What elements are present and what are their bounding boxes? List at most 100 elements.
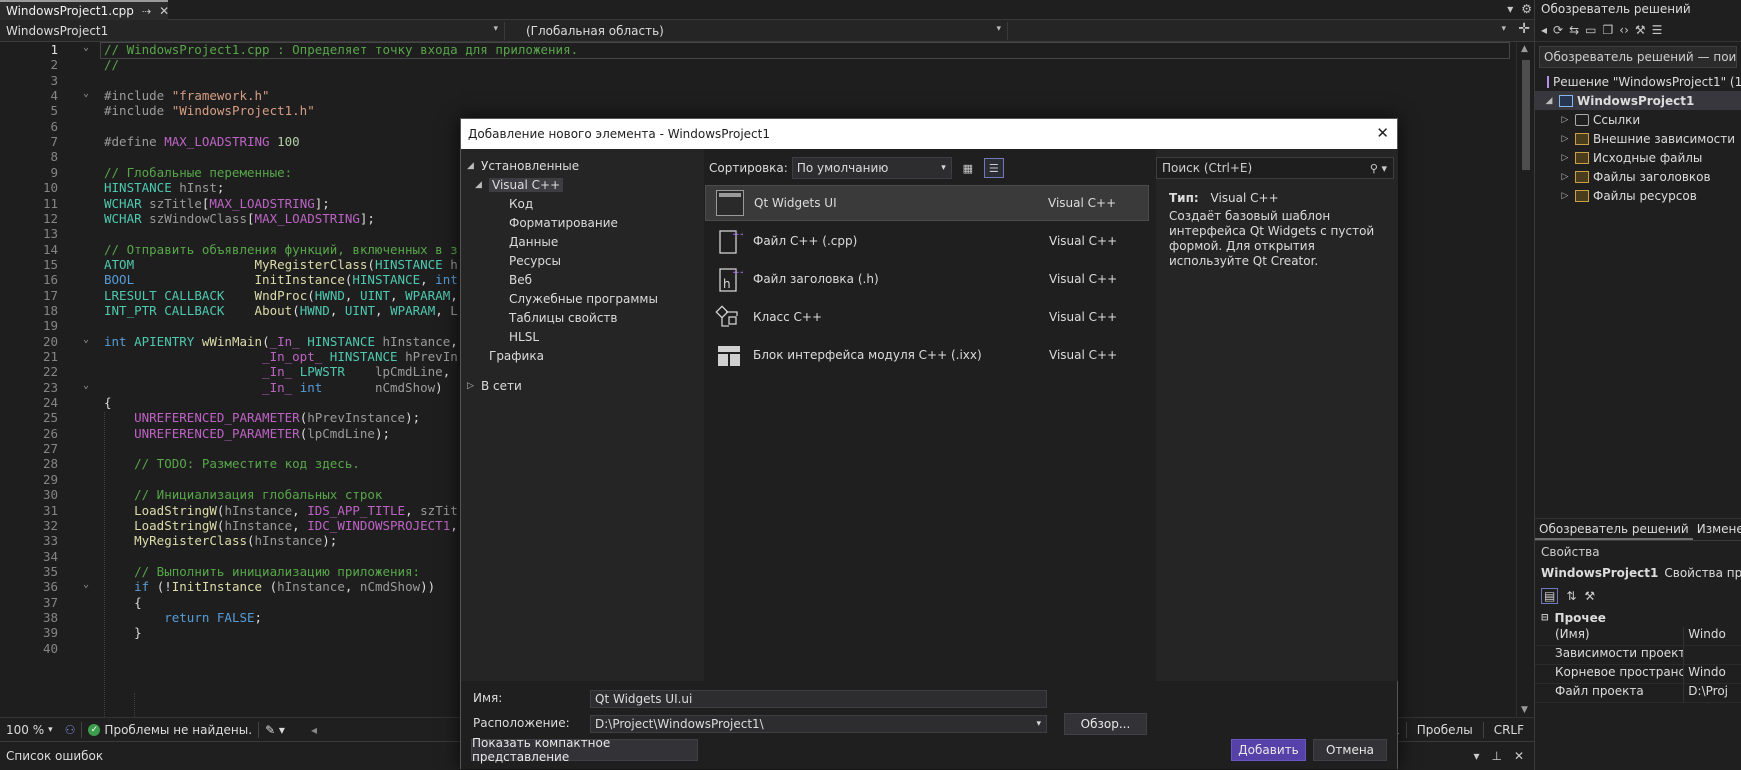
chevron-right-icon[interactable]: ▷ — [1559, 153, 1571, 163]
compact-view-button[interactable]: Показать компактное представление — [471, 736, 698, 764]
history-icon[interactable]: ⟳ — [1553, 23, 1563, 37]
search-icon[interactable]: ⚲ ▾ — [1370, 162, 1387, 175]
tree-item-references[interactable]: ▷ Ссылки — [1535, 110, 1741, 129]
tree-item-source-files[interactable]: ▷ Исходные файлы — [1535, 148, 1741, 167]
close-icon[interactable]: ✕ — [1376, 124, 1389, 142]
category-web[interactable]: Веб — [509, 271, 532, 289]
property-row[interactable]: (Имя) Windo — [1535, 627, 1741, 646]
solution-search-input[interactable]: Обозреватель решений — поиск (Ct — [1539, 46, 1737, 68]
line-number: 4 — [50, 88, 58, 104]
code-view-icon[interactable]: ‹› — [1619, 23, 1629, 37]
template-item-cpp-file[interactable]: ++ Файл C++ (.cpp) Visual C++ — [705, 223, 1149, 259]
chevron-right-icon[interactable]: ▷ — [1559, 172, 1571, 182]
member-dropdown[interactable]: ▾ — [1012, 22, 1512, 40]
category-graphics[interactable]: Графика — [489, 347, 544, 365]
template-item-cpp-class[interactable]: Класс C++ Visual C++ — [705, 299, 1149, 335]
fold-icon[interactable]: ⌄ — [83, 380, 95, 391]
category-hlsl[interactable]: HLSL — [509, 328, 539, 346]
category-code[interactable]: Код — [509, 195, 533, 213]
expand-icon[interactable]: ◢ — [475, 180, 489, 190]
tree-item-project[interactable]: ◢ WindowsProject1 — [1535, 91, 1741, 110]
property-row[interactable]: Зависимости проекта — [1535, 646, 1741, 665]
sort-dropdown[interactable]: По умолчанию ▾ — [791, 157, 952, 179]
zoom-dropdown[interactable]: 100 % ▾ — [0, 723, 59, 737]
collapse-icon[interactable]: ▭ — [1585, 23, 1596, 37]
list-view-icon[interactable]: ☰ — [983, 158, 1004, 178]
grid-view-icon[interactable]: ▦ — [958, 158, 978, 178]
tree-item-solution[interactable]: Решение "WindowsProject1" (1 — [1535, 72, 1741, 91]
category-visual-cpp[interactable]: ◢ Visual C++ — [475, 176, 564, 194]
pin-icon[interactable]: ⊥ — [1491, 749, 1501, 763]
scroll-left-icon[interactable]: ◂ — [305, 723, 323, 737]
tab-solution-explorer[interactable]: Обозреватель решений — [1535, 519, 1693, 540]
fold-icon[interactable]: ⌄ — [83, 334, 95, 345]
property-row[interactable]: Файл проекта D:\Proj — [1535, 684, 1741, 703]
close-icon[interactable]: ✕ — [159, 4, 169, 18]
tree-item-resource-files[interactable]: ▷ Файлы ресурсов — [1535, 186, 1741, 205]
close-icon[interactable]: ✕ — [1514, 749, 1524, 763]
template-search-input[interactable]: Поиск (Ctrl+E) ⚲ ▾ — [1156, 157, 1394, 179]
solution-explorer-toolbar: ◂ ⟳ ⇆ ▭ ❐ ‹› ⚒ ☰ — [1535, 18, 1741, 42]
chevron-down-icon[interactable]: ▾ — [1507, 2, 1513, 16]
sync-icon[interactable]: ⇆ — [1569, 23, 1579, 37]
split-icon[interactable]: ✛ — [1518, 21, 1530, 37]
back-icon[interactable]: ◂ — [1541, 23, 1547, 37]
wrench-icon[interactable]: ⚒ — [1584, 589, 1595, 603]
cancel-button[interactable]: Отмена — [1313, 739, 1387, 761]
wrench-icon[interactable]: ⚒ — [1635, 23, 1646, 37]
category-formatting[interactable]: Форматирование — [509, 214, 618, 232]
fold-icon[interactable]: ⌄ — [83, 88, 95, 99]
categorized-icon[interactable]: ▤ — [1541, 588, 1559, 604]
chevron-right-icon[interactable]: ▷ — [1559, 191, 1571, 201]
problems-indicator[interactable]: ✓ Проблемы не найдены. — [82, 723, 258, 737]
whitespace-indicator[interactable]: Пробелы — [1407, 723, 1483, 737]
chevron-right-icon[interactable]: ▷ — [467, 381, 481, 391]
category-installed[interactable]: ◢ Установленные — [467, 157, 579, 175]
scope-dropdown[interactable]: (Глобальная область) ▾ — [510, 22, 1008, 40]
fold-icon[interactable]: ⌄ — [83, 579, 95, 590]
template-item-header-file[interactable]: h++ Файл заголовка (.h) Visual C++ — [705, 261, 1149, 297]
template-item-module-interface[interactable]: Блок интерфейса модуля C++ (.ixx) Visual… — [705, 337, 1149, 373]
property-row[interactable]: Корневое пространство им Windo — [1535, 665, 1741, 684]
tree-item-header-files[interactable]: ▷ Файлы заголовков — [1535, 167, 1741, 186]
expand-icon[interactable]: ◢ — [1543, 96, 1555, 106]
properties-object-selector[interactable]: WindowsProject1 Свойства проекта — [1535, 563, 1741, 583]
add-button[interactable]: Добавить — [1231, 739, 1306, 761]
tab-changes[interactable]: Изменения — [1693, 519, 1741, 540]
template-item-qt-widgets-ui[interactable]: Qt Widgets UI Visual C++ — [705, 185, 1149, 221]
template-language: Visual C++ — [1049, 310, 1118, 324]
pin-icon[interactable]: ⇢ — [142, 5, 151, 18]
copy-icon[interactable]: ❐ — [1603, 23, 1614, 37]
location-dropdown[interactable]: D:\Project\WindowsProject1\ ▾ — [590, 715, 1047, 733]
chevron-right-icon[interactable]: ▷ — [1559, 115, 1571, 125]
fold-icon[interactable]: ⌄ — [83, 42, 95, 53]
chevron-down-icon[interactable]: ▾ — [1473, 749, 1479, 763]
category-online[interactable]: ▷ В сети — [467, 377, 522, 395]
collapse-icon[interactable]: ⊟ — [1541, 613, 1549, 623]
cleanup-icon[interactable]: ✎ ▾ — [259, 723, 291, 737]
category-property-sheets[interactable]: Таблицы свойств — [509, 309, 617, 327]
tree-item-external-deps[interactable]: ▷ Внешние зависимости — [1535, 129, 1741, 148]
category-data[interactable]: Данные — [509, 233, 558, 251]
line-ending-indicator[interactable]: CRLF — [1484, 723, 1534, 737]
category-utility[interactable]: Служебные программы — [509, 290, 658, 308]
editor-scrollbar[interactable]: ▲ ▼ — [1516, 42, 1534, 717]
scrollbar-thumb[interactable] — [1522, 60, 1530, 170]
property-category[interactable]: ⊟ Прочее — [1535, 609, 1741, 627]
intellicode-icon[interactable]: ⚇ — [59, 723, 82, 737]
preview-icon[interactable]: ☰ — [1652, 23, 1663, 37]
expand-icon[interactable]: ◢ — [467, 161, 481, 171]
scroll-down-icon[interactable]: ▼ — [1521, 705, 1528, 715]
chevron-right-icon[interactable]: ▷ — [1559, 134, 1571, 144]
category-resources[interactable]: Ресурсы — [509, 252, 561, 270]
project-dropdown[interactable]: WindowsProject1 ▾ — [0, 22, 505, 40]
chevron-down-icon: ▾ — [1501, 24, 1506, 34]
browse-button[interactable]: Обзор... — [1064, 713, 1147, 735]
document-tab[interactable]: WindowsProject1.cpp ⇢ ✕ — [0, 0, 169, 20]
category-label: В сети — [481, 379, 522, 393]
name-input[interactable]: Qt Widgets UI.ui — [590, 690, 1047, 708]
alphabetical-icon[interactable]: ⇅ — [1566, 589, 1576, 603]
code-text: UNREFERENCED_PARAMETER(hPrevInstance); — [134, 410, 421, 426]
scroll-up-icon[interactable]: ▲ — [1521, 44, 1528, 54]
gear-icon[interactable]: ⚙ — [1521, 2, 1532, 16]
